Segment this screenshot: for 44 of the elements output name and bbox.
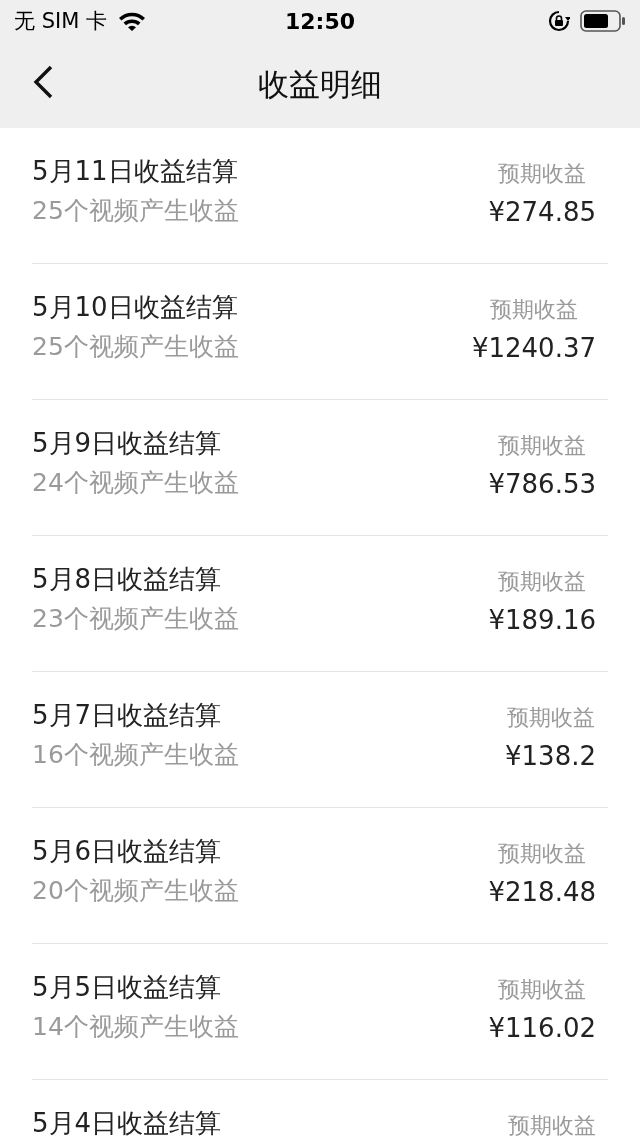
amount-text: ¥189.16: [488, 604, 596, 636]
expected-label: 预期收益: [498, 432, 587, 460]
video-count-text: 14个视频产生收益: [32, 1011, 239, 1043]
settlement-title: 5月10日收益结算: [32, 291, 239, 324]
settlement-title: 5月4日收益结算: [32, 1107, 222, 1136]
expected-label: 预期收益: [498, 568, 587, 596]
clock-time: 12:50: [285, 8, 355, 34]
video-count-text: 23个视频产生收益: [32, 603, 239, 635]
expected-label: 预期收益: [498, 976, 587, 1004]
amount-text: ¥138.2: [505, 740, 596, 772]
settlement-title: 5月9日收益结算: [32, 427, 223, 460]
amount-text: ¥116.02: [488, 1012, 596, 1044]
page-title: 收益明细: [258, 65, 382, 104]
amount-text: ¥1240.37: [471, 332, 596, 364]
video-count-text: 24个视频产生收益: [32, 467, 239, 499]
settlement-title: 5月7日收益结算: [32, 699, 223, 732]
settlement-title: 5月6日收益结算: [32, 835, 223, 868]
earnings-row[interactable]: 5月4日收益结算 预期收益: [32, 1080, 608, 1136]
settlement-title: 5月11日收益结算: [32, 155, 239, 188]
earnings-row[interactable]: 5月6日收益结算 20个视频产生收益 预期收益 ¥218.48: [32, 808, 608, 944]
rotation-lock-icon: [548, 10, 570, 32]
wifi-icon: [117, 10, 147, 32]
video-count-text: 25个视频产生收益: [32, 195, 239, 227]
earnings-row[interactable]: 5月8日收益结算 23个视频产生收益 预期收益 ¥189.16: [32, 536, 608, 672]
settlement-title: 5月8日收益结算: [32, 563, 223, 596]
expected-label: 预期收益: [498, 840, 587, 868]
expected-label: 预期收益: [506, 704, 595, 732]
earnings-row[interactable]: 5月10日收益结算 25个视频产生收益 预期收益 ¥1240.37: [32, 264, 608, 400]
video-count-text: 20个视频产生收益: [32, 875, 239, 907]
expected-label: 预期收益: [498, 160, 587, 188]
video-count-text: 16个视频产生收益: [32, 739, 239, 771]
expected-label: 预期收益: [508, 1112, 596, 1136]
earnings-row[interactable]: 5月7日收益结算 16个视频产生收益 预期收益 ¥138.2: [32, 672, 608, 808]
earnings-row[interactable]: 5月5日收益结算 14个视频产生收益 预期收益 ¥116.02: [32, 944, 608, 1080]
video-count-text: 25个视频产生收益: [32, 331, 239, 363]
amount-text: ¥218.48: [488, 876, 596, 908]
carrier-text: 无 SIM 卡: [14, 8, 107, 35]
expected-label: 预期收益: [489, 296, 578, 324]
earnings-row[interactable]: 5月9日收益结算 24个视频产生收益 预期收益 ¥786.53: [32, 400, 608, 536]
amount-text: ¥274.85: [488, 196, 596, 228]
battery-icon: [580, 10, 626, 32]
earnings-row[interactable]: 5月11日收益结算 25个视频产生收益 预期收益 ¥274.85: [32, 128, 608, 264]
settlement-title: 5月5日收益结算: [32, 971, 223, 1004]
amount-text: ¥786.53: [488, 468, 596, 500]
